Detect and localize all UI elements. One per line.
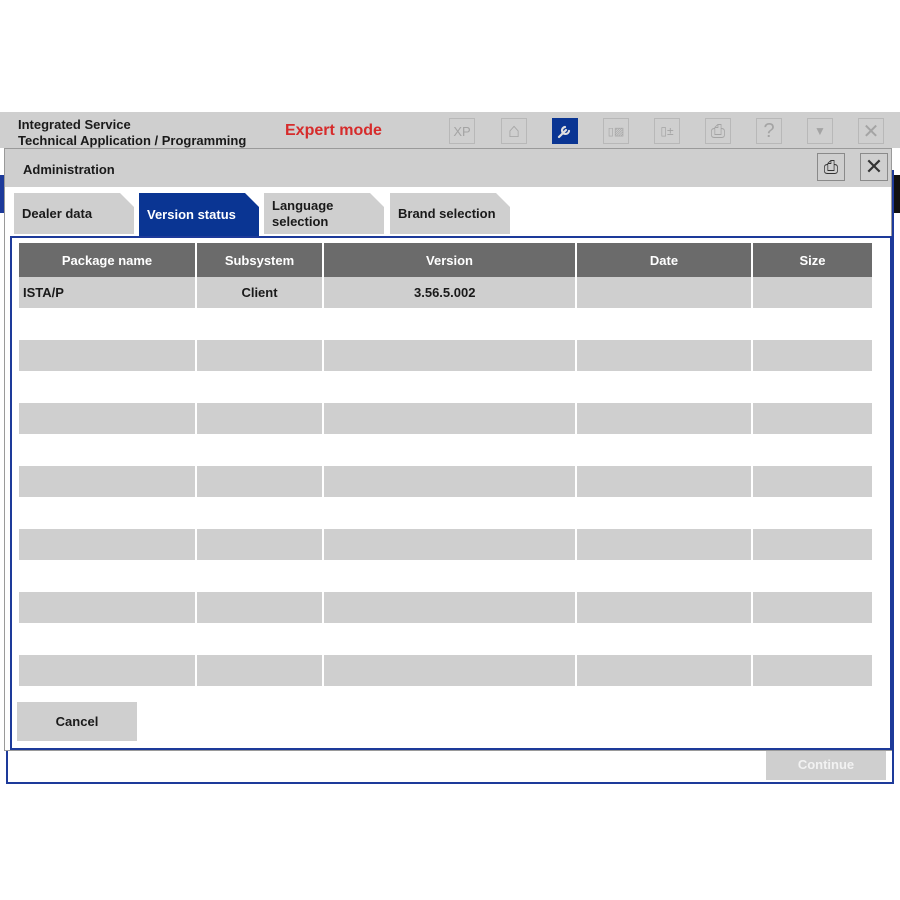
tab-label: Language selection [272, 197, 334, 229]
close-app-icon[interactable]: ✕ [858, 118, 884, 144]
printer-icon[interactable]: ⎙ [705, 118, 731, 144]
wrench-icon[interactable] [552, 118, 578, 144]
table-row-empty [19, 529, 872, 560]
table-row-empty [19, 434, 872, 466]
help-icon[interactable]: ? [756, 118, 782, 144]
column-header-subsystem[interactable]: Subsystem [197, 243, 322, 277]
table-row-empty [19, 340, 872, 371]
tab-dealer-data[interactable]: Dealer data [14, 193, 134, 234]
printer-icon: ⎙ [823, 156, 839, 177]
background-edge [894, 175, 900, 213]
home-icon[interactable]: ⌂ [501, 118, 527, 144]
dialog-header: Administration ⎙ ✕ [5, 149, 891, 187]
cell-package-name: ISTA/P [19, 277, 195, 308]
table-row-empty [19, 560, 872, 592]
expert-mode-label: Expert mode [285, 122, 382, 139]
table-row-empty [19, 655, 872, 686]
minimize-icon[interactable]: ▼ [807, 118, 833, 144]
app-title: Integrated Service Technical Application… [18, 117, 246, 149]
compare-icon[interactable]: ▯▨ [603, 118, 629, 144]
column-header-size[interactable]: Size [753, 243, 872, 277]
xp-icon[interactable]: XP [449, 118, 475, 144]
column-header-package-name[interactable]: Package name [19, 243, 195, 277]
dialog-title: Administration [23, 162, 115, 177]
continue-button[interactable]: Continue [766, 748, 886, 780]
battery-icon[interactable]: ▯± [654, 118, 680, 144]
app-title-line1: Integrated Service [18, 117, 131, 132]
table-row-empty [19, 308, 872, 340]
table-row-empty [19, 592, 872, 623]
cell-size [753, 277, 872, 308]
print-button[interactable]: ⎙ [817, 153, 845, 181]
cancel-button[interactable]: Cancel [17, 702, 137, 741]
tab-brand-selection[interactable]: Brand selection [390, 193, 510, 234]
table-row-empty [19, 403, 872, 434]
table-row[interactable]: ISTA/P Client 3.56.5.002 [19, 277, 872, 308]
version-status-panel: Package name Subsystem Version Date Size… [10, 236, 892, 750]
administration-dialog: Administration ⎙ ✕ Dealer data Version s… [4, 148, 892, 751]
tab-language-selection[interactable]: Language selection [264, 193, 384, 234]
table-row-empty [19, 497, 872, 529]
table-row-empty [19, 371, 872, 403]
cell-version: 3.56.5.002 [324, 277, 575, 308]
cell-date [577, 277, 751, 308]
close-icon: ✕ [864, 154, 884, 179]
version-table: Package name Subsystem Version Date Size… [17, 243, 874, 686]
close-dialog-button[interactable]: ✕ [860, 153, 888, 181]
column-header-date[interactable]: Date [577, 243, 751, 277]
column-header-version[interactable]: Version [324, 243, 575, 277]
app-title-line2: Technical Application / Programming [18, 133, 247, 148]
table-row-empty [19, 623, 872, 655]
cell-subsystem: Client [197, 277, 322, 308]
table-row-empty [19, 466, 872, 497]
tab-version-status[interactable]: Version status [139, 193, 259, 236]
